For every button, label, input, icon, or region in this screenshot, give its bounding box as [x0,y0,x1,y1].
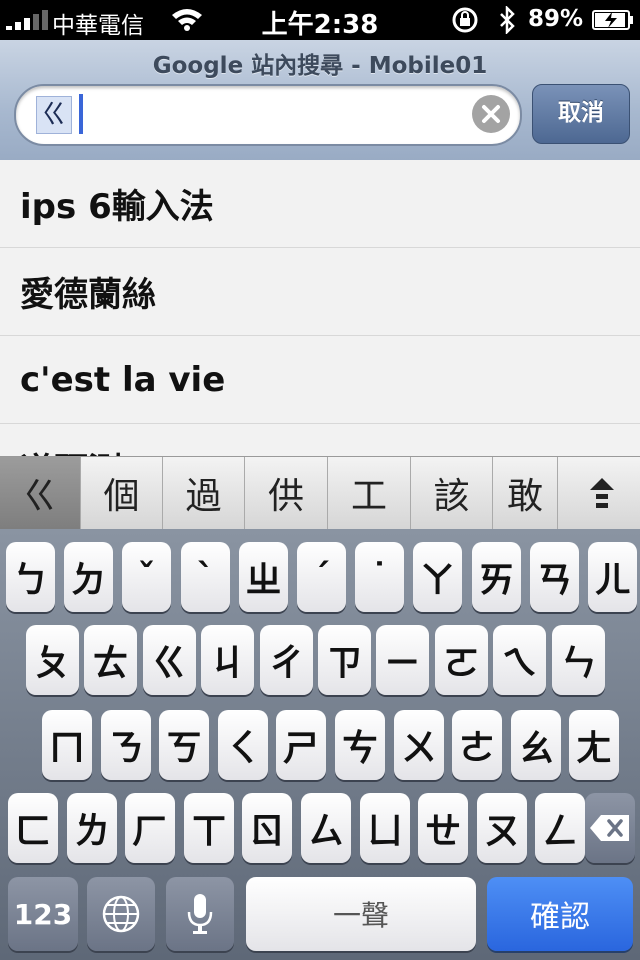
suggestion-item[interactable]: 道預測 [0,424,640,456]
key-ㄥ[interactable]: ㄥ [535,793,585,863]
key-ㄝ[interactable]: ㄝ [418,793,468,863]
key-ㄓ[interactable]: ㄓ [239,542,288,612]
key-ㄩ[interactable]: ㄩ [360,793,410,863]
dictation-key[interactable] [166,877,234,951]
key-ㄘ[interactable]: ㄘ [335,710,385,780]
key-ˊ[interactable]: ˊ [297,542,346,612]
clear-text-button[interactable] [472,95,510,133]
key-ㄟ[interactable]: ㄟ [493,625,546,695]
search-input[interactable]: ㄍ [14,84,522,146]
globe-key[interactable] [87,877,155,951]
key-ㄔ[interactable]: ㄔ [260,625,313,695]
key-ㄜ[interactable]: ㄜ [452,710,502,780]
candidate-item[interactable]: 過 [163,457,245,529]
key-ㄠ[interactable]: ㄠ [511,710,561,780]
suggestion-list: ips 6輸入法 愛德蘭絲 c'est la vie 道預測 [0,160,640,456]
key-˙[interactable]: ˙ [355,542,404,612]
candidate-item[interactable]: 工 [328,457,411,529]
key-ㄗ[interactable]: ㄗ [318,625,371,695]
key-ㄛ[interactable]: ㄛ [435,625,488,695]
key-ˇ[interactable]: ˇ [122,542,171,612]
microphone-icon [187,894,213,934]
key-ㄌ[interactable]: ㄌ [67,793,117,863]
key-ㄢ[interactable]: ㄢ [530,542,579,612]
key-ㄧ[interactable]: ㄧ [376,625,429,695]
key-ㄎ[interactable]: ㄎ [159,710,209,780]
close-icon [482,105,500,123]
key-ㄕ[interactable]: ㄕ [276,710,326,780]
candidate-item[interactable]: 該 [411,457,493,529]
suggestion-item[interactable]: c'est la vie [0,336,640,424]
candidate-item[interactable]: 個 [81,457,163,529]
key-ㄆ[interactable]: ㄆ [26,625,79,695]
expand-candidates-button[interactable] [557,457,640,529]
key-ㄊ[interactable]: ㄊ [84,625,137,695]
key-ㄏ[interactable]: ㄏ [125,793,175,863]
key-ㄖ[interactable]: ㄖ [242,793,292,863]
space-key[interactable]: 一聲 [246,877,476,951]
battery-percent: 89% [528,6,584,32]
candidate-item-selected[interactable]: ㄍ [0,457,81,529]
arrow-up-icon [590,478,614,508]
key-ㄐ[interactable]: ㄐ [201,625,254,695]
key-ㄙ[interactable]: ㄙ [301,793,351,863]
globe-icon [102,895,140,933]
rotation-lock-icon [452,7,478,33]
key-ㄤ[interactable]: ㄤ [569,710,619,780]
search-header: Google 站內搜尋 - Mobile01 ㄍ 取消 [0,40,640,161]
numbers-key[interactable]: 123 [8,877,78,951]
key-ㄣ[interactable]: ㄣ [552,625,605,695]
candidate-item[interactable]: 敢 [493,457,557,529]
confirm-key[interactable]: 確認 [487,877,633,951]
backspace-icon [590,815,629,841]
key-ㄞ[interactable]: ㄞ [472,542,521,612]
key-ㄇ[interactable]: ㄇ [42,710,92,780]
candidate-item[interactable]: 供 [245,457,328,529]
text-cursor [79,94,83,134]
key-ˋ[interactable]: ˋ [181,542,230,612]
delete-key[interactable] [585,793,635,863]
key-ㄨ[interactable]: ㄨ [394,710,444,780]
cancel-button[interactable]: 取消 [532,84,630,144]
key-ㄈ[interactable]: ㄈ [8,793,58,863]
key-ㄚ[interactable]: ㄚ [413,542,462,612]
key-ㄡ[interactable]: ㄡ [477,793,527,863]
bluetooth-icon [500,6,515,34]
key-ㄦ[interactable]: ㄦ [588,542,637,612]
key-ㄒ[interactable]: ㄒ [184,793,234,863]
status-bar: 中華電信 上午2:38 89% [0,0,640,40]
key-ㄍ[interactable]: ㄍ [143,625,196,695]
key-ㄅ[interactable]: ㄅ [6,542,55,612]
suggestion-item[interactable]: ips 6輸入法 [0,160,640,248]
bopomofo-keyboard: ㄅㄉ ˇ ˋ ㄓ ˊ ˙ ㄚㄞㄢㄦㄆㄊㄍㄐㄔㄗㄧㄛㄟㄣㄇㄋㄎㄑㄕㄘㄨㄜㄠㄤㄈㄌㄏㄒㄖㄙㄩㄝㄡ… [0,529,640,960]
candidate-bar: ㄍ 個 過 供 工 該 敢 [0,456,640,530]
key-ㄉ[interactable]: ㄉ [64,542,113,612]
key-ㄑ[interactable]: ㄑ [218,710,268,780]
key-ㄋ[interactable]: ㄋ [101,710,151,780]
search-input-value: ㄍ [36,96,73,134]
battery-charging-icon [592,10,633,30]
page-title: Google 站內搜尋 - Mobile01 [152,53,488,79]
suggestion-item[interactable]: 愛德蘭絲 [0,248,640,336]
